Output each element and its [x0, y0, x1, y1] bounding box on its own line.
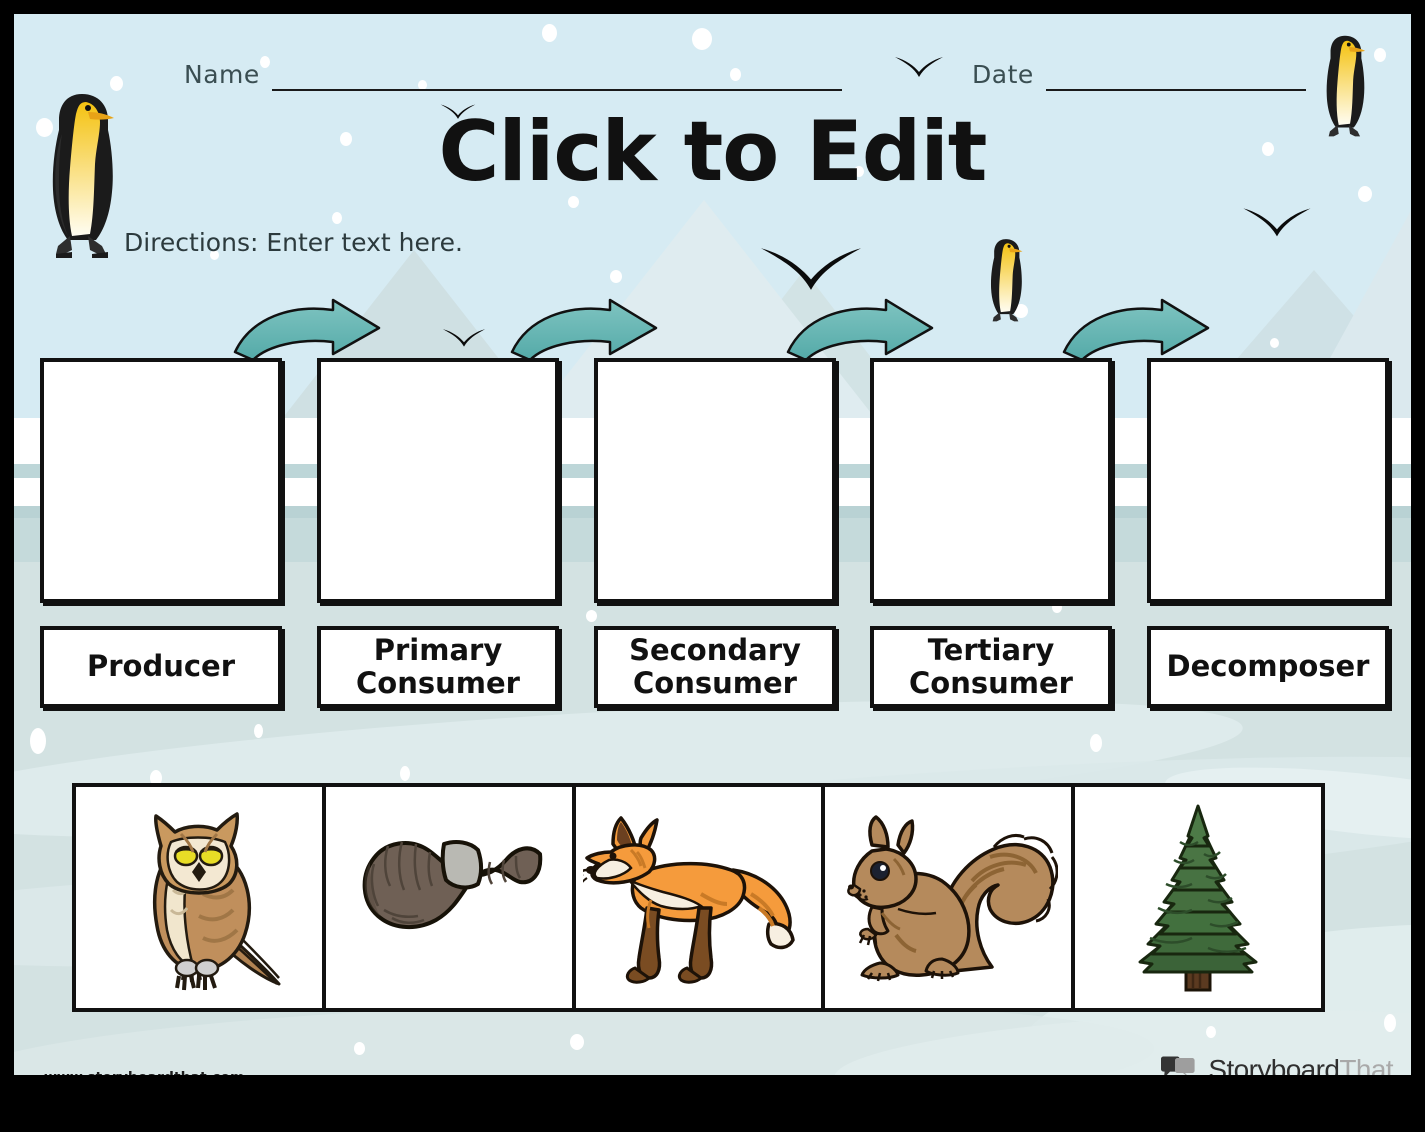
name-input-rule[interactable]: [271, 89, 842, 91]
seagull-icon: [761, 248, 861, 290]
worksheet-page: Name Date Click to Edit Directions: Ente…: [0, 0, 1425, 1132]
storyboardthat-logo[interactable]: StoryboardThat: [1159, 1054, 1394, 1075]
snowflake: [692, 28, 712, 50]
snowflake: [1052, 602, 1062, 613]
image-bank-cell-fox[interactable]: [575, 787, 822, 1008]
worksheet-canvas: Name Date Click to Edit Directions: Ente…: [14, 14, 1411, 1075]
label-text-secondary-consumer: Secondary Consumer: [629, 632, 801, 700]
name-label: Name: [184, 60, 260, 89]
speech-bubbles-icon: [1161, 1056, 1195, 1075]
seagull-icon: [1243, 208, 1311, 237]
name-field[interactable]: Name: [184, 60, 842, 91]
label-text-tertiary-consumer: Tertiary Consumer: [909, 632, 1073, 700]
pine-tree-icon: [1138, 804, 1258, 991]
label-box-producer[interactable]: Producer: [40, 626, 282, 708]
image-bank-cell-owl[interactable]: [76, 787, 322, 1008]
image-bank-cell-earthworm[interactable]: [325, 787, 572, 1008]
snowflake: [332, 212, 342, 224]
label-box-decomposer[interactable]: Decomposer: [1147, 626, 1389, 708]
image-bank-cell-pine-tree[interactable]: [1075, 787, 1321, 1008]
label-box-tertiary-consumer[interactable]: Tertiary Consumer: [870, 626, 1112, 708]
snowflake: [1270, 338, 1279, 348]
page-title[interactable]: Click to Edit: [14, 108, 1411, 195]
flow-arrow-1: [233, 298, 381, 360]
snowflake: [586, 610, 597, 622]
image-bank-strip: [72, 783, 1325, 1012]
snowflake: [610, 270, 622, 283]
snowflake: [400, 766, 410, 781]
image-bank-cell-squirrel[interactable]: [825, 787, 1072, 1008]
flow-arrow-2: [510, 298, 658, 360]
snowflake: [542, 24, 557, 42]
flow-arrow-3: [786, 298, 934, 360]
snowflake: [1384, 1014, 1396, 1032]
label-text-decomposer: Decomposer: [1166, 649, 1370, 684]
logo-primary-text: Storyboard: [1208, 1054, 1340, 1075]
logo-secondary-text: That: [1339, 1054, 1393, 1075]
date-input-rule[interactable]: [1045, 89, 1306, 91]
seagull-icon: [442, 329, 486, 347]
header-fields: Name Date: [14, 60, 1411, 100]
owl-icon: [152, 811, 281, 990]
date-field[interactable]: Date: [972, 60, 1306, 91]
squirrel-icon: [847, 814, 1059, 981]
fox-icon: [583, 815, 796, 984]
snowflake: [254, 724, 263, 738]
flow-arrow-4: [1062, 298, 1210, 360]
snowflake: [30, 728, 46, 754]
draw-box-primary-consumer[interactable]: [317, 358, 559, 603]
label-box-primary-consumer[interactable]: Primary Consumer: [317, 626, 559, 708]
snowflake: [354, 1042, 365, 1055]
directions-text[interactable]: Directions: Enter text here.: [124, 228, 463, 257]
draw-box-tertiary-consumer[interactable]: [870, 358, 1112, 603]
snowflake: [1206, 1026, 1216, 1038]
site-url[interactable]: www.storyboardthat.com: [44, 1070, 245, 1075]
date-label: Date: [972, 60, 1034, 89]
draw-box-producer[interactable]: [40, 358, 282, 603]
earthworm-icon: [362, 839, 542, 929]
snowflake: [570, 1034, 584, 1050]
draw-box-secondary-consumer[interactable]: [594, 358, 836, 603]
snowflake: [1392, 482, 1407, 500]
draw-box-decomposer[interactable]: [1147, 358, 1389, 603]
penguin-illustration-middle: [990, 239, 1023, 322]
label-box-secondary-consumer[interactable]: Secondary Consumer: [594, 626, 836, 708]
label-text-primary-consumer: Primary Consumer: [356, 632, 520, 700]
snowflake: [1090, 734, 1102, 752]
label-text-producer: Producer: [86, 649, 236, 684]
logo-wordmark: StoryboardThat: [1208, 1054, 1393, 1075]
